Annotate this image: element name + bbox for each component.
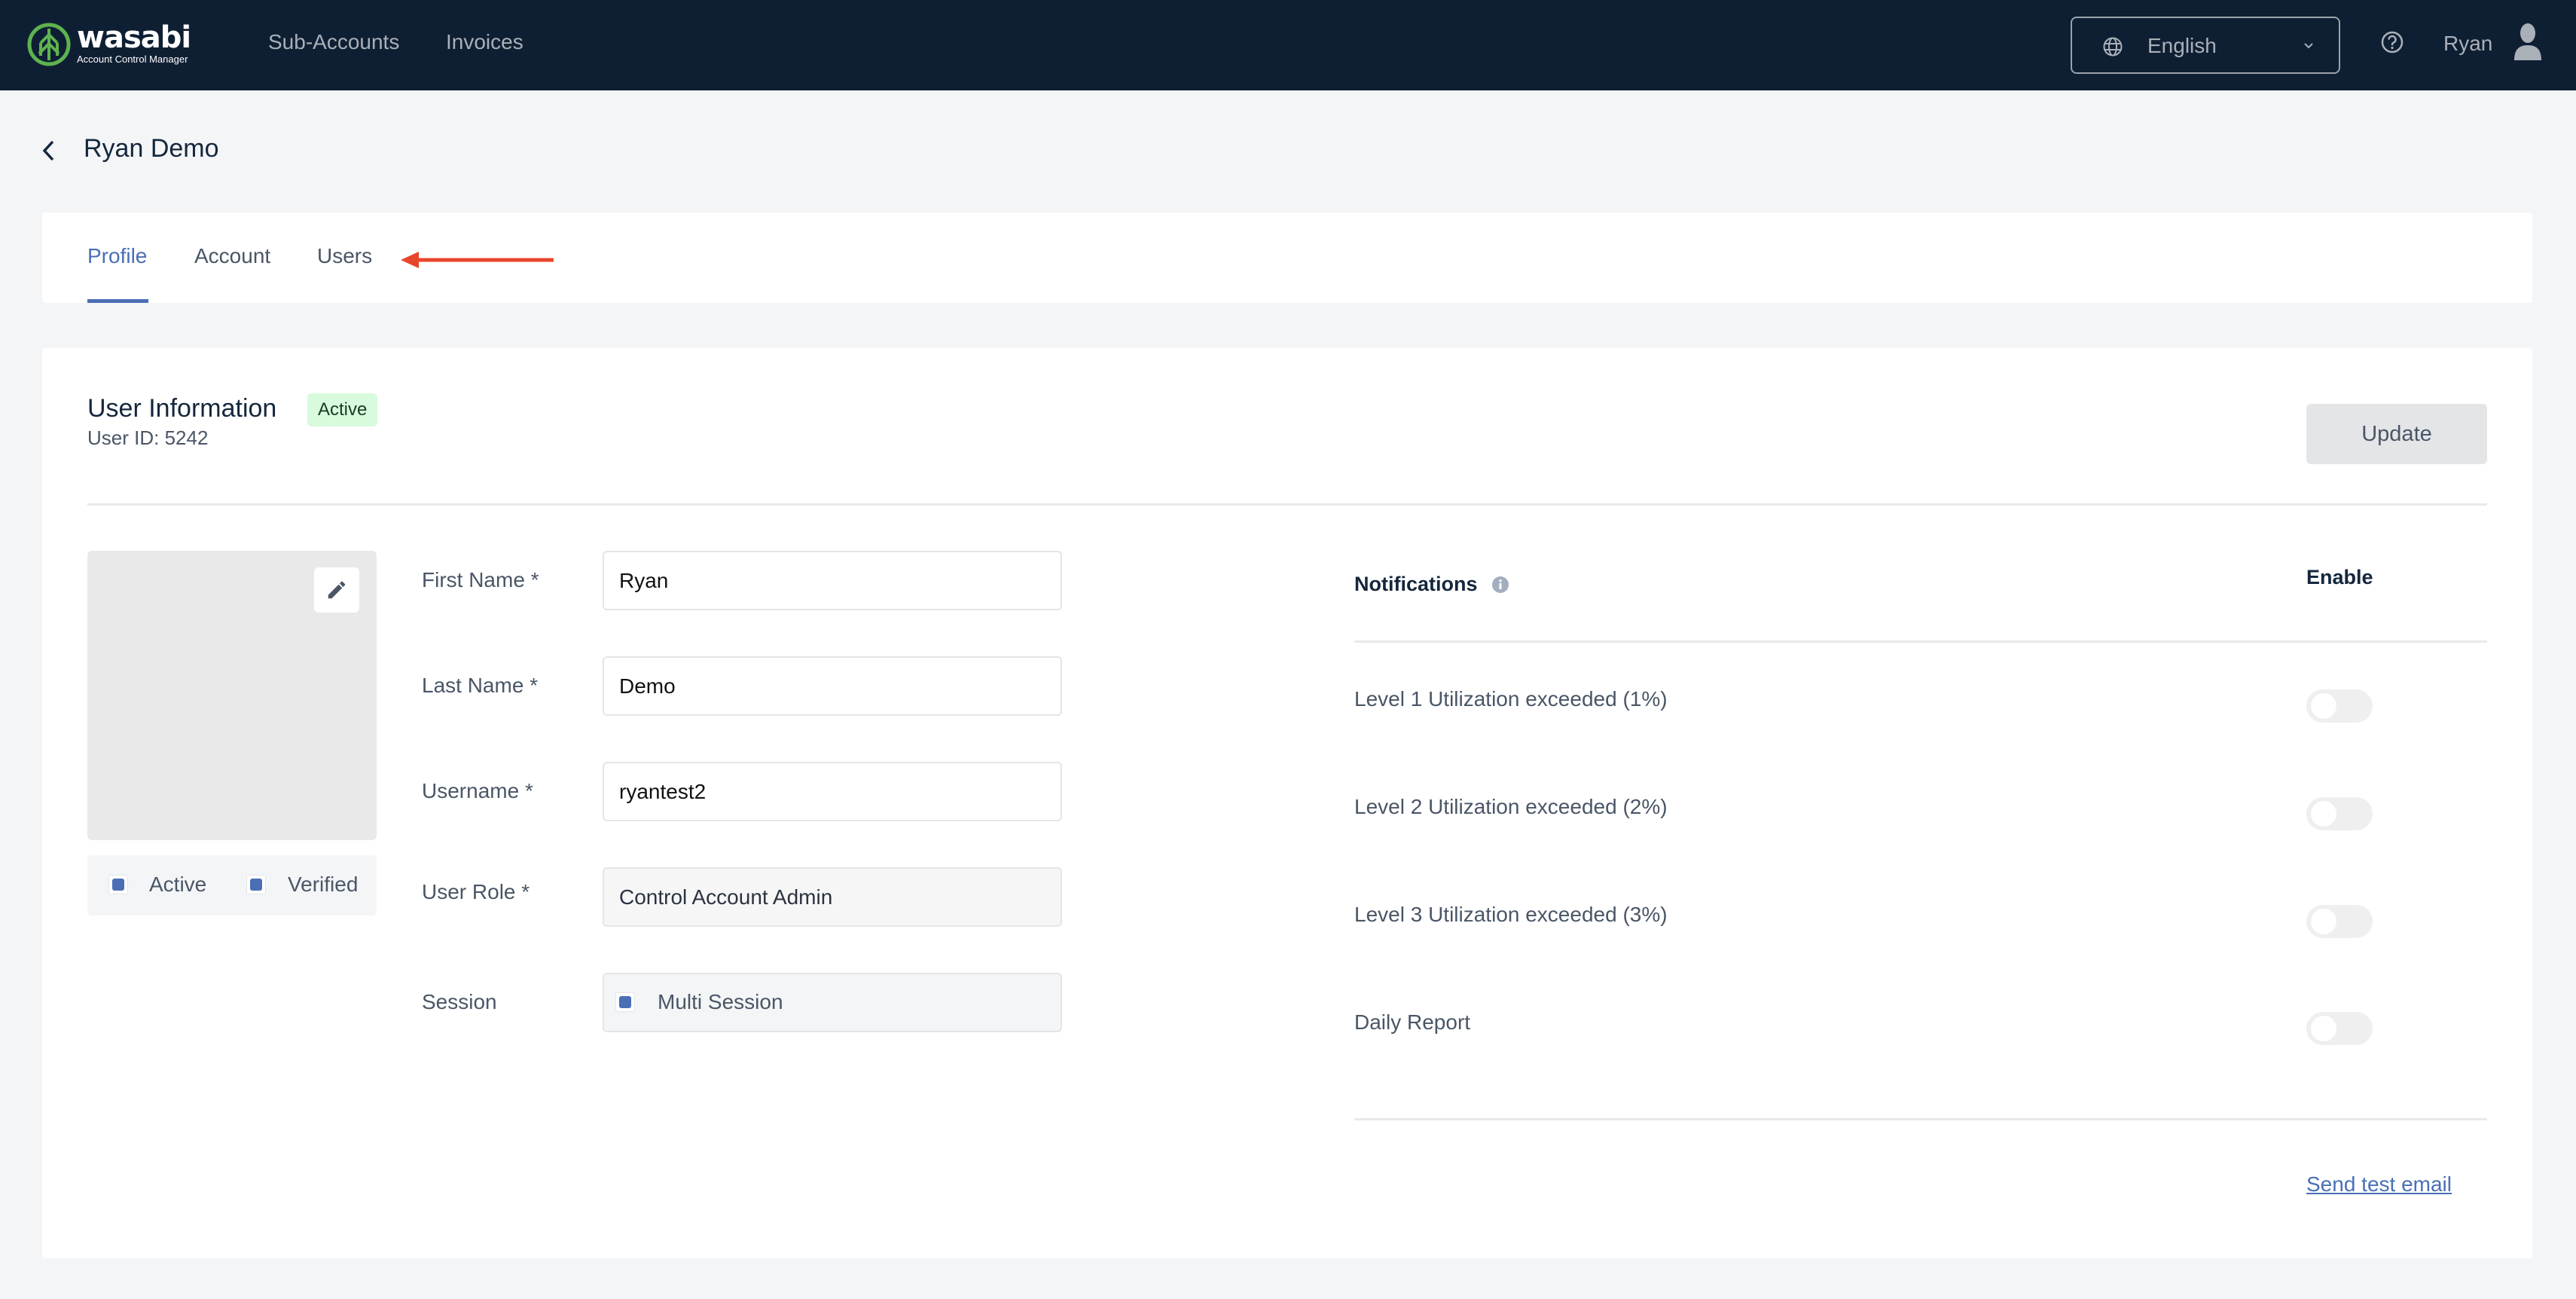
status-badge: Active [307,393,378,426]
help-icon[interactable] [2380,30,2404,54]
section-title: User Information [87,394,277,423]
active-checkbox-label: Active [149,873,207,896]
notifications-header: Notifications [1354,573,1478,595]
logo-subtitle: Account Control Manager [77,53,188,65]
tab-account[interactable]: Account [194,244,270,268]
toggle-level-2[interactable] [2306,797,2373,830]
user-id: User ID: 5242 [87,426,209,449]
active-tab-indicator [87,299,148,303]
notifications-header-divider [1354,640,2487,643]
annotation-arrow-icon [401,252,554,268]
tab-users[interactable]: Users [317,244,372,268]
nav-sub-accounts[interactable]: Sub-Accounts [268,30,399,54]
toggle-daily-report[interactable] [2306,1012,2373,1045]
notification-label-level-3: Level 3 Utilization exceeded (3%) [1354,903,1668,926]
toggle-level-3[interactable] [2306,905,2373,938]
section-divider [87,503,2487,506]
back-chevron-icon[interactable] [38,136,60,166]
pencil-icon [328,581,346,599]
notification-label-level-1: Level 1 Utilization exceeded (1%) [1354,687,1668,711]
toggle-level-1[interactable] [2306,689,2373,723]
username-input[interactable] [603,762,1062,821]
session-label: Session [422,990,497,1013]
enable-column-header: Enable [2306,566,2373,588]
wasabi-logo[interactable]: wasabi Account Control Manager [27,21,191,68]
verified-checkbox-label: Verified [288,873,359,896]
last-name-label: Last Name * [422,674,539,697]
active-checkbox[interactable] [108,875,128,894]
top-navigation-bar: wasabi Account Control Manager Sub-Accou… [0,0,2576,90]
send-test-email-link[interactable]: Send test email [2306,1172,2452,1197]
logo-wordmark: wasabi [77,20,191,55]
user-information-card [42,348,2532,1258]
first-name-label: First Name * [422,568,539,591]
notifications-footer-divider [1354,1118,2487,1120]
user-avatar-icon[interactable] [2513,23,2543,62]
username-label: Username * [422,779,533,802]
page-title: Ryan Demo [84,134,219,163]
globe-icon [2103,37,2123,57]
tab-profile[interactable]: Profile [87,244,147,268]
user-role-field[interactable] [603,867,1062,927]
user-role-label: User Role * [422,880,530,903]
notification-label-daily-report: Daily Report [1354,1010,1471,1034]
info-icon[interactable] [1491,576,1509,594]
chevron-down-icon [2304,43,2313,49]
update-button[interactable]: Update [2306,404,2487,464]
notification-label-level-2: Level 2 Utilization exceeded (2%) [1354,795,1668,818]
wasabi-leaf-icon [27,23,71,66]
edit-avatar-button[interactable] [314,567,359,613]
user-name[interactable]: Ryan [2443,32,2492,56]
nav-invoices[interactable]: Invoices [446,30,523,54]
first-name-input[interactable] [603,551,1062,610]
last-name-input[interactable] [603,656,1062,716]
language-select[interactable]: English [2071,17,2340,74]
multi-session-label: Multi Session [658,990,783,1013]
language-value: English [2147,34,2217,57]
verified-checkbox[interactable] [246,875,266,894]
multi-session-checkbox[interactable] [615,992,635,1012]
